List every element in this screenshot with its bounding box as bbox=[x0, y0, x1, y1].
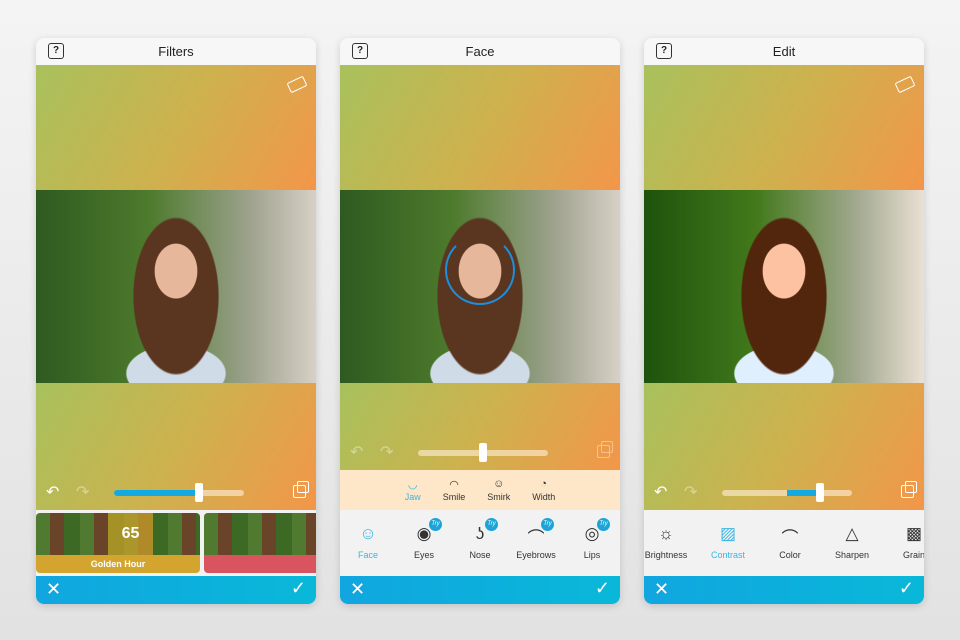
brightness-icon: ☼ bbox=[658, 524, 674, 543]
label: Lips bbox=[583, 550, 601, 560]
undo-icon[interactable]: ↶ bbox=[654, 482, 667, 502]
grain-icon: ▩ bbox=[905, 524, 923, 543]
photo bbox=[36, 190, 316, 383]
tool-brightness[interactable]: ☼ Brightness bbox=[644, 524, 688, 576]
label: Jaw bbox=[404, 492, 421, 502]
jaw-icon: ◡ bbox=[407, 479, 418, 491]
tool-color[interactable]: ⌒ Color bbox=[768, 524, 812, 576]
undo-icon[interactable]: ↶ bbox=[350, 442, 363, 462]
apply-icon[interactable]: ✓ bbox=[291, 578, 306, 599]
cancel-icon[interactable]: ✕ bbox=[46, 579, 61, 600]
tool-grain[interactable]: ▩ Grain bbox=[892, 524, 924, 576]
subtool-smirk[interactable]: ☺ Smirk bbox=[487, 478, 510, 510]
try-badge: Try bbox=[541, 518, 554, 531]
tool-contrast[interactable]: ▨ Contrast bbox=[706, 524, 750, 576]
tool-lips[interactable]: Try ◎ Lips bbox=[570, 518, 614, 576]
smile-icon: ◠ bbox=[449, 479, 459, 491]
compare-icon[interactable] bbox=[901, 481, 917, 498]
intensity-slider[interactable] bbox=[114, 483, 244, 502]
label: Grain bbox=[902, 550, 924, 560]
tool-bar: ☼ Brightness ▨ Contrast ⌒ Color △ Sharpen ▩ G… bbox=[644, 510, 924, 576]
try-badge: Try bbox=[485, 518, 498, 531]
header: ? Face bbox=[340, 38, 620, 65]
eraser-icon[interactable] bbox=[286, 75, 308, 94]
smirk-icon: ☺ bbox=[493, 478, 505, 490]
header: ? Filters bbox=[36, 38, 316, 65]
tool-eyes[interactable]: Try ◉ Eyes bbox=[402, 518, 446, 576]
tool-sharpen[interactable]: △ Sharpen bbox=[830, 524, 874, 576]
label: Eyes bbox=[413, 550, 434, 560]
width-icon: ◔ bbox=[540, 478, 548, 490]
header: ? Edit bbox=[644, 38, 924, 65]
filters-panel: ? Filters ↶ ↷ 65 Golden Hour ✕ ✓ bbox=[36, 38, 316, 604]
apply-icon[interactable]: ✓ bbox=[899, 578, 914, 599]
label: Width bbox=[532, 492, 556, 502]
tool-eyebrows[interactable]: Try ⌒ Eyebrows bbox=[514, 518, 558, 576]
label: Smile bbox=[442, 492, 466, 502]
contrast-slider[interactable] bbox=[722, 483, 852, 502]
apply-icon[interactable]: ✓ bbox=[595, 578, 610, 599]
help-icon[interactable]: ? bbox=[656, 43, 672, 59]
edit-panel: ? Edit ↶ ↷ ☼ Brightness ▨ Contrast ⌒ Color △ S… bbox=[644, 38, 924, 604]
slider-thumb[interactable] bbox=[815, 483, 824, 502]
tool-face[interactable]: ☺ Face bbox=[346, 524, 390, 576]
control-row: ↶ ↷ bbox=[340, 438, 620, 466]
try-badge: Try bbox=[597, 518, 610, 531]
tool-bar: ☺ Face Try ◉ Eyes Try ʖ Nose Try ⌒ Eyebrows Try… bbox=[340, 510, 620, 576]
panel-title: Filters bbox=[158, 44, 194, 59]
label: Brightness bbox=[644, 550, 688, 560]
slider-thumb[interactable] bbox=[194, 483, 203, 502]
filter-strip[interactable]: 65 Golden Hour bbox=[36, 510, 316, 576]
face-panel: ? Face ↶ ↷ ◡ Jaw ◠ Smile ☺ Smirk ◔ Width ☺ Face… bbox=[340, 38, 620, 604]
compare-icon[interactable] bbox=[293, 481, 309, 498]
slider-thumb[interactable] bbox=[479, 443, 487, 462]
redo-icon[interactable]: ↷ bbox=[380, 442, 393, 462]
label: Face bbox=[357, 550, 378, 560]
face-icon: ☺ bbox=[359, 524, 377, 543]
redo-icon[interactable]: ↷ bbox=[76, 482, 89, 502]
label: Contrast bbox=[710, 550, 745, 560]
intensity-slider[interactable] bbox=[418, 443, 548, 462]
label: Color bbox=[779, 550, 801, 560]
action-bar: ✕ ✓ bbox=[644, 576, 924, 604]
eraser-icon[interactable] bbox=[894, 75, 916, 94]
help-icon[interactable]: ? bbox=[48, 43, 64, 59]
subtool-width[interactable]: ◔ Width bbox=[532, 478, 555, 510]
jaw-outline bbox=[445, 235, 515, 305]
control-row: ↶ ↷ bbox=[644, 478, 924, 506]
canvas-top bbox=[36, 65, 316, 190]
subtool-smile[interactable]: ◠ Smile bbox=[443, 478, 466, 510]
canvas-top bbox=[340, 65, 620, 190]
label: Nose bbox=[469, 550, 491, 560]
action-bar: ✕ ✓ bbox=[36, 576, 316, 604]
label: Eyebrows bbox=[516, 550, 556, 560]
filter-golden-hour[interactable]: 65 Golden Hour bbox=[36, 513, 200, 573]
photo bbox=[340, 190, 620, 383]
filter-label: Golden Hour bbox=[90, 559, 146, 569]
redo-icon[interactable]: ↷ bbox=[684, 482, 697, 502]
label: Sharpen bbox=[834, 550, 870, 560]
control-row: ↶ ↷ bbox=[36, 478, 316, 506]
filter-red[interactable] bbox=[204, 513, 316, 573]
contrast-icon: ▨ bbox=[719, 524, 737, 543]
cancel-icon[interactable]: ✕ bbox=[350, 579, 365, 600]
panel-title: Face bbox=[465, 44, 495, 59]
cancel-icon[interactable]: ✕ bbox=[654, 579, 669, 600]
panel-title: Edit bbox=[772, 44, 796, 59]
canvas-top bbox=[644, 65, 924, 190]
color-icon: ⌒ bbox=[781, 529, 799, 548]
undo-icon[interactable]: ↶ bbox=[46, 482, 59, 502]
subtool-jaw[interactable]: ◡ Jaw bbox=[405, 478, 421, 510]
filter-value: 65 bbox=[108, 513, 153, 555]
sharpen-icon: △ bbox=[845, 524, 859, 543]
label: Smirk bbox=[487, 492, 511, 502]
compare-icon[interactable] bbox=[597, 441, 613, 458]
action-bar: ✕ ✓ bbox=[340, 576, 620, 604]
try-badge: Try bbox=[429, 518, 442, 531]
help-icon[interactable]: ? bbox=[352, 43, 368, 59]
sub-tool-bar: ◡ Jaw ◠ Smile ☺ Smirk ◔ Width bbox=[340, 470, 620, 510]
tool-nose[interactable]: Try ʖ Nose bbox=[458, 518, 502, 576]
photo bbox=[644, 190, 924, 383]
